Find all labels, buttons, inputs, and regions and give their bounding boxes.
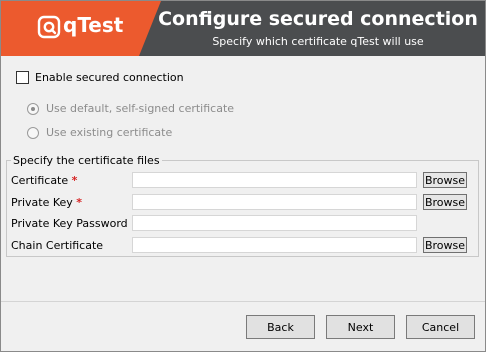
cancel-button[interactable]: Cancel bbox=[406, 315, 475, 339]
private-key-password-input[interactable] bbox=[132, 215, 417, 231]
enable-secured-connection-row[interactable]: Enable secured connection bbox=[16, 71, 184, 84]
dialog-title: Configure secured connection bbox=[158, 8, 478, 30]
private-key-label: Private Key * bbox=[11, 196, 82, 209]
chain-certificate-browse-button[interactable]: Browse bbox=[423, 237, 467, 253]
certificate-files-legend: Specify the certificate files bbox=[13, 154, 160, 167]
use-default-certificate-radio[interactable] bbox=[27, 102, 39, 115]
certificate-browse-button[interactable]: Browse bbox=[423, 172, 467, 188]
private-key-browse-button[interactable]: Browse bbox=[423, 194, 467, 210]
use-existing-certificate-option[interactable]: Use existing certificate bbox=[27, 126, 172, 139]
enable-secured-connection-label[interactable]: Enable secured connection bbox=[35, 71, 184, 84]
certificate-label-text: Certificate bbox=[11, 174, 69, 187]
private-key-password-label: Private Key Password bbox=[11, 217, 128, 230]
back-button[interactable]: Back bbox=[246, 315, 315, 339]
configure-secured-connection-dialog: qTest Configure secured connection Speci… bbox=[0, 0, 486, 352]
certificate-input[interactable] bbox=[132, 172, 417, 188]
brand-name: qTest bbox=[63, 13, 124, 37]
private-key-label-text: Private Key bbox=[11, 196, 73, 209]
chain-certificate-label: Chain Certificate bbox=[11, 239, 104, 252]
dialog-subtitle: Specify which certificate qTest will use bbox=[212, 35, 424, 48]
certificate-label: Certificate * bbox=[11, 174, 77, 187]
use-default-certificate-option[interactable]: Use default, self-signed certificate bbox=[27, 102, 234, 115]
required-marker: * bbox=[76, 196, 83, 209]
chain-certificate-input[interactable] bbox=[132, 237, 417, 253]
footer-divider bbox=[1, 301, 485, 302]
next-button[interactable]: Next bbox=[326, 315, 395, 339]
enable-secured-connection-checkbox[interactable] bbox=[16, 71, 29, 84]
use-existing-certificate-label[interactable]: Use existing certificate bbox=[46, 126, 172, 139]
use-existing-certificate-radio[interactable] bbox=[27, 126, 39, 139]
use-default-certificate-label[interactable]: Use default, self-signed certificate bbox=[46, 102, 234, 115]
private-key-input[interactable] bbox=[132, 194, 417, 210]
brand-banner: qTest bbox=[1, 1, 161, 56]
qtest-logo-icon bbox=[37, 15, 61, 39]
required-marker: * bbox=[71, 174, 78, 187]
dialog-header: qTest Configure secured connection Speci… bbox=[1, 1, 485, 56]
